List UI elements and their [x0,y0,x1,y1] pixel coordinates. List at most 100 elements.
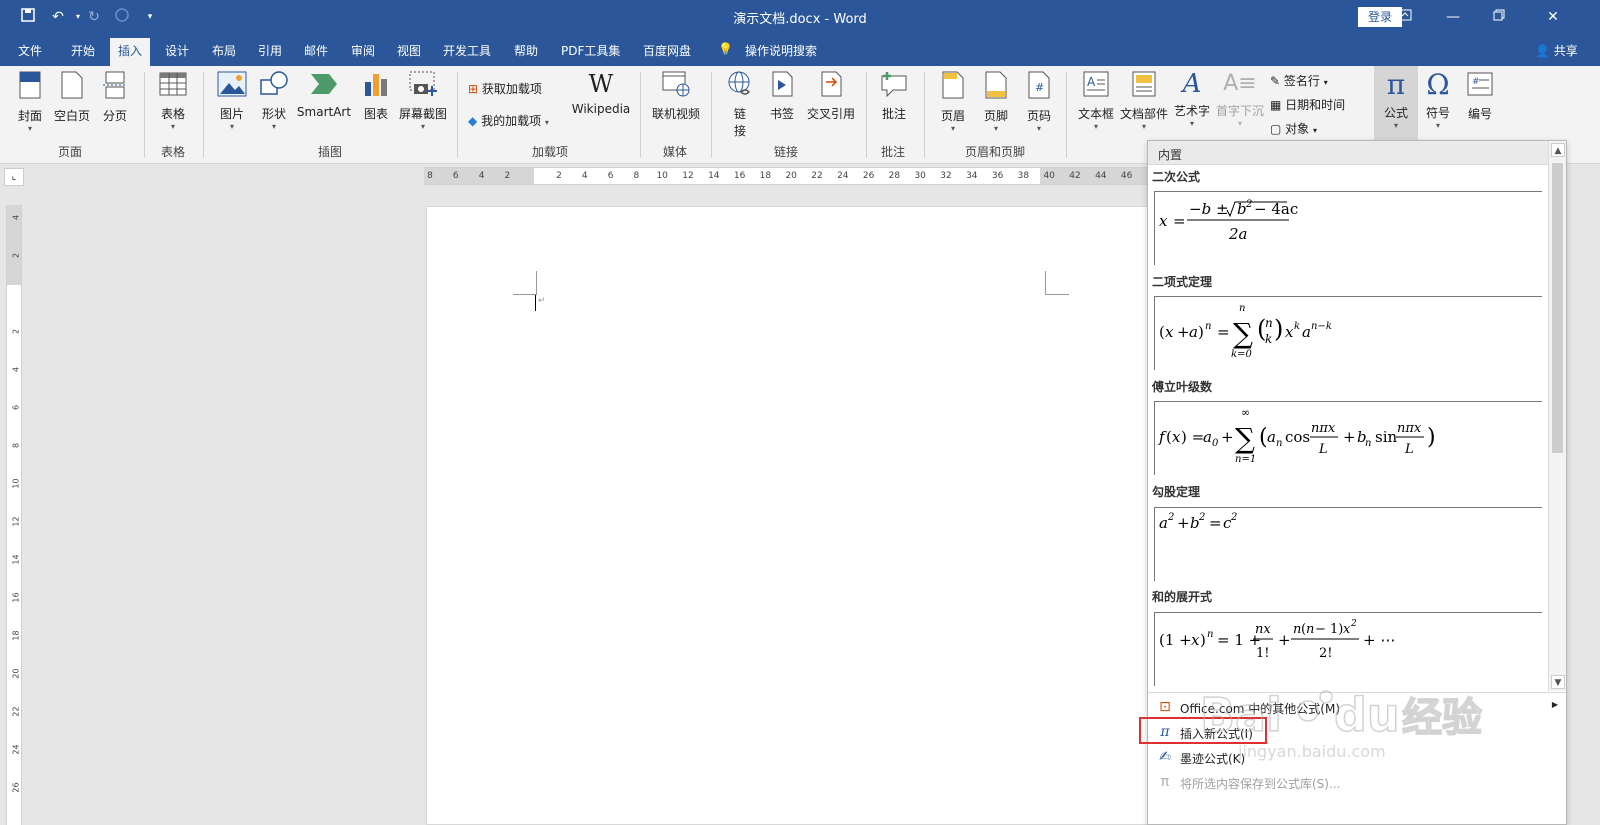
picture-icon [217,71,247,97]
bookmark-button[interactable]: 书签 [766,70,798,122]
tab-view[interactable]: 视图 [397,42,421,59]
screenshot-button[interactable]: 屏幕截图 ▾ [396,70,450,132]
highlight-box [1139,717,1267,744]
equation-item-quadratic[interactable]: x = −b ± b 2− 4ac 2a [1154,191,1542,265]
equation-item-expansion[interactable]: (1 + x) n = 1 + nx 1! + n(n − 1) x 2 2! + ⋯ [1154,612,1542,686]
tell-me-search[interactable]: 操作说明搜索 [745,42,817,59]
blank-page-button[interactable]: 空白页 [52,70,92,124]
separator [457,72,458,158]
vertical-ruler[interactable]: 4 2 2 4 6 8 10 12 14 16 18 20 22 24 26 [6,205,22,825]
tab-design[interactable]: 设计 [165,42,189,59]
svg-text:#: # [1035,81,1044,94]
svg-text:a: a [1302,323,1311,341]
ribbon-display-icon[interactable] [1392,6,1418,28]
symbol-button[interactable]: Ω 符号 ▾ [1420,70,1456,131]
svg-text:− 4ac: − 4ac [1254,200,1298,218]
cover-page-button[interactable]: 封面 ▾ [12,70,48,134]
share-label: 共享 [1553,44,1578,58]
tab-selector[interactable]: ⌞ [4,168,24,186]
ruler-tick: 46 [1120,171,1133,181]
tab-home[interactable]: 开始 [71,42,95,59]
tab-layout[interactable]: 布局 [212,42,236,59]
tab-review[interactable]: 审阅 [351,42,375,59]
minimize-icon[interactable]: — [1440,6,1466,28]
page-number-button[interactable]: # 页码 ▾ [1022,70,1056,134]
horizontal-ruler[interactable]: 8 6 4 2 2 4 6 8 10 12 14 16 18 20 22 24 26 28 30 32 34 36 38 40… [424,167,1154,185]
signature-line-button[interactable]: ✎ 签名行 ▾ [1270,72,1328,89]
ruler-tick: 14 [11,554,21,565]
picture-button[interactable]: 图片 ▾ [214,70,250,132]
group-media: 媒体 [662,145,687,159]
more-equations-office[interactable]: ⊡ Office.com 中的其他公式(M) ▶ [1148,695,1566,719]
tab-baidu-netdisk[interactable]: 百度网盘 [643,42,691,59]
signature-line-label: 签名行 [1283,74,1320,88]
save-to-equation-gallery[interactable]: π 将所选内容保存到公式库(S)... [1148,770,1566,794]
equation-item-pythagorean[interactable]: a 2 + b 2 = c2 [1154,507,1542,581]
link-label: 链 [733,107,746,121]
header-button[interactable]: 页眉 ▾ [936,70,970,134]
menu-separator [1148,692,1566,693]
equation-item-fourier[interactable]: f(x) = a 0 + ∑ ∞ n=1 ( a n cos nπx L + b n sin nπ… [1154,401,1542,475]
my-addins-button[interactable]: ◆ 我的加载项 ▾ [468,112,549,129]
scroll-thumb[interactable] [1552,163,1563,453]
tab-file[interactable]: 文件 [18,42,42,59]
crop-mark-top-left [513,271,537,295]
table-button[interactable]: 表格 ▾ [155,70,191,132]
svg-text:+ ⋯: + ⋯ [1363,631,1395,649]
scroll-down-icon[interactable]: ▼ [1551,675,1565,689]
crop-mark-top-right [1045,271,1069,295]
ruler-tick: 12 [11,516,21,527]
footer-button[interactable]: 页脚 ▾ [979,70,1013,134]
tab-references[interactable]: 引用 [258,42,282,59]
shapes-button[interactable]: 形状 ▾ [256,70,292,132]
text-cursor [535,295,536,311]
equation-button[interactable]: π 公式 ▾ [1374,70,1418,131]
ruler-tick: 16 [733,171,746,181]
link-button[interactable]: 链 接 [722,70,758,139]
group-illustrations: 插图 [317,145,342,159]
svg-text:): ) [1274,315,1283,343]
equation-item-binomial[interactable]: (x + a) n = ∑ n k=0 (n k) x k a n−k [1154,296,1542,370]
object-button[interactable]: ▢ 对象 ▾ [1270,120,1317,137]
svg-text:=: = [1217,323,1230,341]
share-button[interactable]: 👤 共享 [1535,42,1578,59]
gallery-scrollbar[interactable]: ▲ ▼ [1548,141,1566,691]
omega-icon: Ω [1426,68,1450,101]
ruler-tick: 2 [556,171,562,181]
online-video-button[interactable]: 联机视频 [648,70,704,122]
quick-parts-button[interactable]: 文档部件 ▾ [1120,70,1168,132]
ink-equation[interactable]: ✍ 墨迹公式(K) [1148,745,1566,769]
chart-button[interactable]: 图表 [360,70,392,122]
tab-mailings[interactable]: 邮件 [304,42,328,59]
cross-reference-button[interactable]: 交叉引用 [803,70,859,122]
numbering-button[interactable]: # 编号 [1462,70,1498,122]
page-break-button[interactable]: 分页 [98,70,132,124]
svg-text:a: a [1189,323,1198,341]
tab-developer[interactable]: 开发工具 [443,42,491,59]
tab-pdf-tools[interactable]: PDF工具集 [561,42,620,59]
pythagorean-theorem: a 2 + b 2 = c2 [1159,512,1237,532]
svg-text:x: x [1343,622,1351,637]
lightbulb-icon: 💡 [718,42,733,56]
svg-text:k: k [1294,321,1300,332]
tab-insert[interactable]: 插入 [110,38,151,66]
drop-cap-button[interactable]: A≡ 首字下沉 ▾ [1214,70,1266,129]
get-addins-button[interactable]: ⊞ 获取加载项 [468,80,542,97]
wikipedia-button[interactable]: W Wikipedia [568,70,634,116]
scroll-up-icon[interactable]: ▲ [1551,143,1565,157]
textbox-button[interactable]: A 文本框 ▾ [1076,70,1116,132]
svg-text:+: + [1278,631,1291,649]
date-time-button[interactable]: ▦ 日期和时间 [1270,96,1345,113]
comment-button[interactable]: 批注 [876,70,912,122]
save-to-gallery-label: 将所选内容保存到公式库(S)... [1180,777,1341,791]
document-page[interactable]: ↵ [426,206,1166,825]
restore-icon[interactable] [1486,6,1512,28]
svg-text:2: 2 [1198,512,1205,523]
close-icon[interactable]: ✕ [1540,6,1566,28]
smartart-button[interactable]: SmartArt [296,70,352,119]
wordart-button[interactable]: A 艺术字 ▾ [1172,70,1212,129]
svg-text:2: 2 [1350,619,1357,629]
tab-help[interactable]: 帮助 [514,42,538,59]
svg-text:x: x [1159,212,1168,230]
smartart-icon [311,74,337,94]
